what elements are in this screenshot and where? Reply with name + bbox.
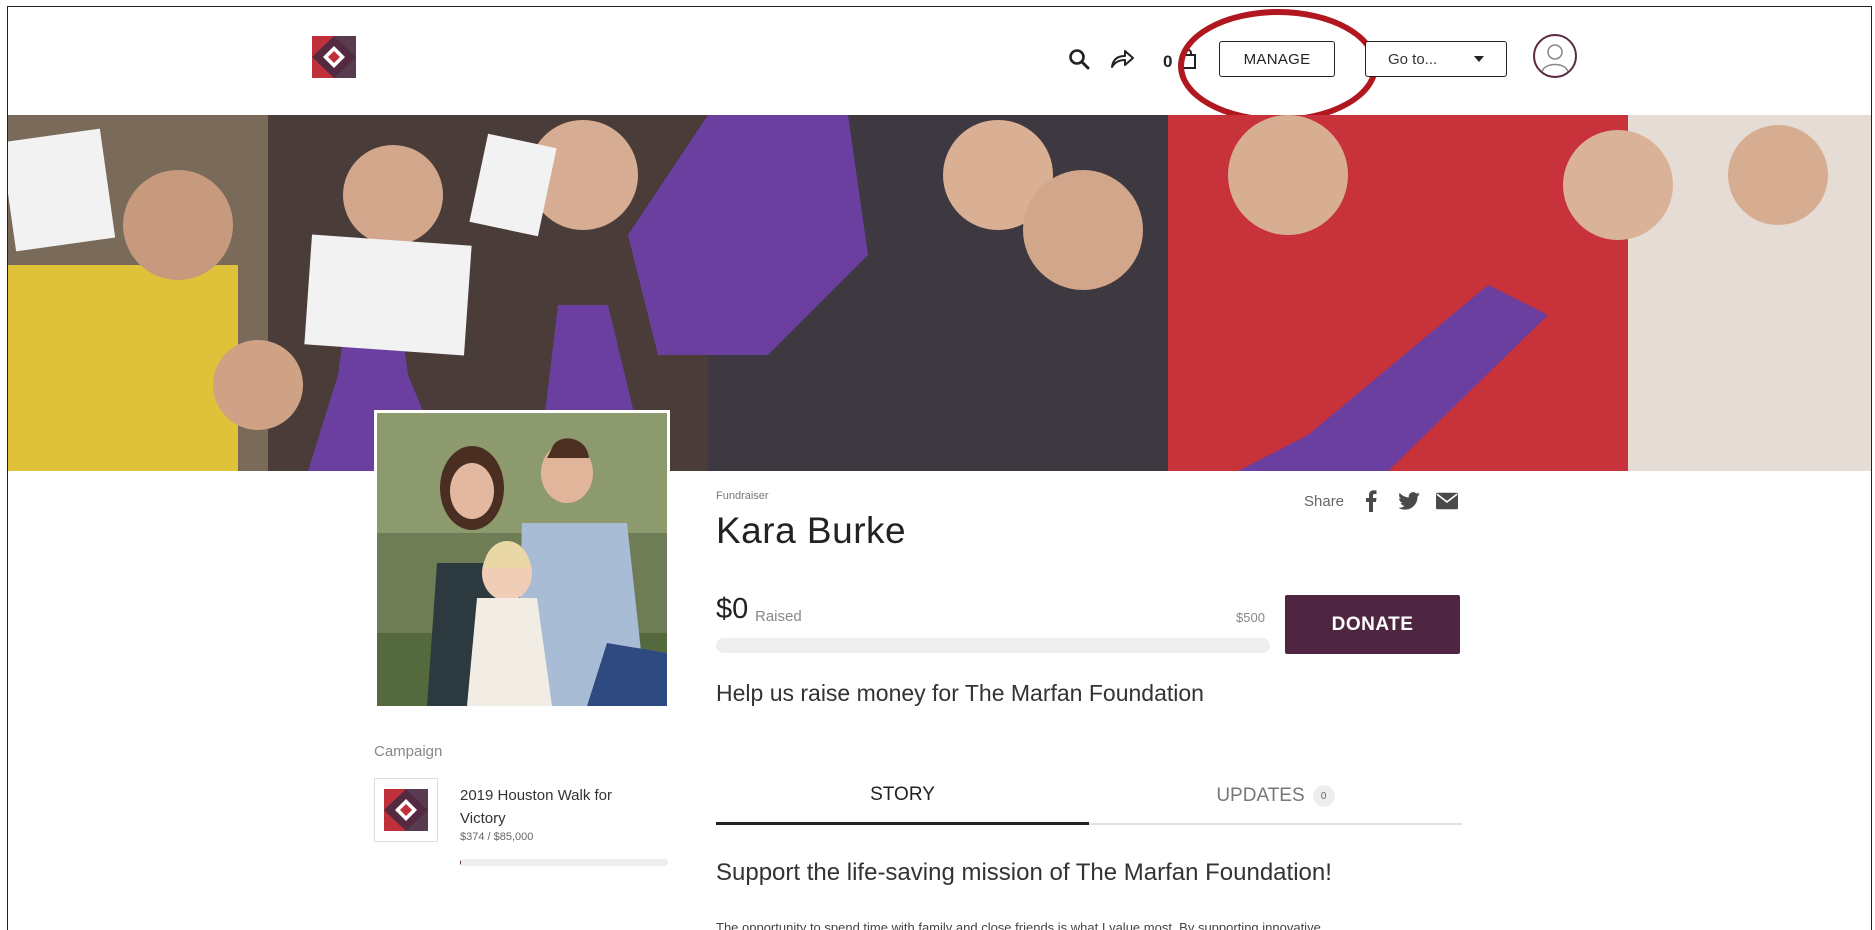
email-icon[interactable] [1436,490,1459,512]
fundraiser-label: Fundraiser [716,490,769,502]
campaign-amount: $374 / $85,000 [460,831,534,843]
campaign-name-link[interactable]: 2019 Houston Walk for Victory [460,784,660,830]
story-text: The opportunity to spend time with famil… [716,920,1321,930]
tab-updates-label: UPDATES [1216,785,1305,806]
twitter-icon[interactable] [1398,490,1420,512]
campaign-logo-icon[interactable] [374,778,438,842]
tab-story-label: STORY [870,783,935,805]
goto-label: Go to... [1388,50,1438,68]
campaign-progress-fill [460,859,461,866]
donate-button[interactable]: DONATE [1285,595,1460,654]
raised-label: Raised [755,608,802,625]
campaign-progress-bar [460,859,668,866]
fundraiser-name: Kara Burke [716,510,907,551]
fundraiser-photo [374,410,670,709]
goal-amount: $500 [1236,610,1265,625]
share-label: Share [1304,492,1345,510]
hero-banner-image [8,115,1871,471]
tab-updates[interactable]: UPDATES 0 [1089,767,1462,825]
updates-count-badge: 0 [1312,785,1335,807]
story-heading: Support the life-saving mission of The M… [716,859,1332,886]
facebook-icon[interactable] [1360,490,1382,512]
tab-story[interactable]: STORY [716,767,1089,825]
raised-amount: $0 [716,593,749,625]
manage-button[interactable]: MANAGE [1219,41,1335,77]
cart-icon[interactable] [1174,45,1202,73]
page-frame: 0 MANAGE Go to... Fundraiser Kara Burke … [7,6,1872,930]
logo-icon[interactable] [309,33,359,81]
content-tabs: STORY UPDATES 0 [716,767,1462,825]
fundraiser-tagline: Help us raise money for The Marfan Found… [716,680,1204,706]
goto-dropdown[interactable]: Go to... [1365,41,1507,77]
caret-down-icon [1474,56,1484,62]
site-header: 0 MANAGE Go to... [8,7,1871,123]
cart-count: 0 [1163,52,1173,71]
share-arrow-icon[interactable] [1108,45,1136,73]
campaign-label: Campaign [374,743,443,760]
share-bar: Share [1304,490,1459,512]
fundraiser-progress-bar [716,638,1270,653]
user-avatar-icon[interactable] [1533,34,1577,78]
search-icon[interactable] [1065,45,1093,73]
